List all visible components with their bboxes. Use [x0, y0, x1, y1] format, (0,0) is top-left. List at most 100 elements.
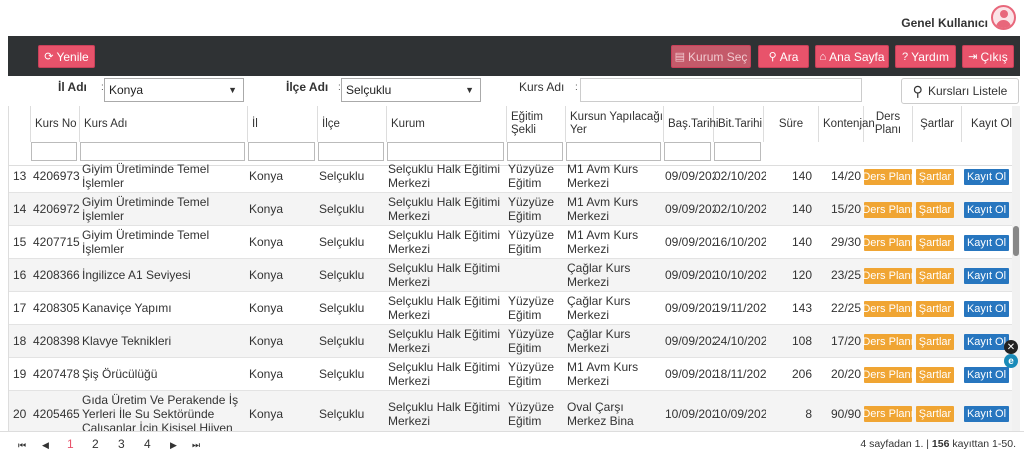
- cell-kurum: Selçuklu Halk Eğitimi Merkezi: [388, 327, 501, 355]
- page-info-suffix: kayıttan 1-50.: [949, 438, 1016, 450]
- refresh-label: Yenile: [56, 49, 89, 64]
- filter-bit-tarihi-input[interactable]: [714, 142, 761, 161]
- kayit-ol-button[interactable]: Kayıt Ol: [964, 202, 1009, 218]
- help-button[interactable]: ? Yardım: [895, 45, 956, 68]
- cell-yer: M1 Avm Kurs Merkezi: [567, 195, 639, 223]
- il-label: İl Adı: [58, 80, 87, 94]
- header-kontenjan[interactable]: Kontenjan: [819, 106, 875, 142]
- kayit-ol-button[interactable]: Kayıt Ol: [964, 301, 1009, 317]
- logout-button[interactable]: ⇥ Çıkış: [962, 45, 1014, 68]
- page-2-button[interactable]: 2: [92, 437, 99, 451]
- ders-plani-button[interactable]: Ders Planı: [862, 235, 914, 251]
- logout-icon: ⇥: [968, 51, 978, 63]
- header-ders-plani: Ders Planı: [864, 106, 913, 142]
- sartlar-button[interactable]: Şartlar: [916, 367, 954, 383]
- vertical-scrollbar[interactable]: [1012, 106, 1020, 431]
- cell-kont: 23/25: [830, 268, 861, 282]
- last-page-button[interactable]: ⏭: [192, 440, 200, 451]
- header-bas-tarihi[interactable]: Baş.Tarihi: [664, 106, 719, 142]
- kayit-ol-button[interactable]: Kayıt Ol: [964, 406, 1009, 422]
- prev-page-button[interactable]: ◀: [42, 440, 49, 451]
- header-kurs-adi[interactable]: Kurs Adı: [80, 106, 248, 142]
- filter-il-input[interactable]: [248, 142, 315, 161]
- cell-kurum: Selçuklu Halk Eğitimi Merkezi: [388, 228, 501, 256]
- search-button[interactable]: ⚲ Ara: [758, 45, 809, 68]
- cell-sekil: Yüzyüze Eğitim: [508, 162, 555, 190]
- ders-plani-button[interactable]: Ders Planı: [862, 301, 914, 317]
- sartlar-button[interactable]: Şartlar: [916, 169, 954, 185]
- ders-plani-button[interactable]: Ders Planı: [862, 268, 914, 284]
- close-icon[interactable]: ✕: [1004, 340, 1018, 354]
- ders-plani-button[interactable]: Ders Planı: [862, 406, 914, 422]
- filter-bas-tarihi-input[interactable]: [664, 142, 711, 161]
- filter-ilce-input[interactable]: [318, 142, 384, 161]
- cell-idx: 14: [13, 202, 27, 216]
- sartlar-button[interactable]: Şartlar: [916, 406, 954, 422]
- first-page-button[interactable]: ⏮: [18, 440, 26, 451]
- table-row: 17 4208305 Kanaviçe Yapımı Konya Selçuklu Sel…: [9, 292, 1020, 325]
- header-egitim-sekli[interactable]: Eğitim Şekli: [507, 106, 566, 142]
- filter-kurum-input[interactable]: [387, 142, 504, 161]
- cell-ad: Klavye Teknikleri: [82, 334, 172, 348]
- header-yer[interactable]: Kursun Yapılacağı Yer: [566, 106, 664, 142]
- header-il[interactable]: İl: [248, 106, 318, 142]
- cell-idx: 16: [13, 268, 27, 282]
- ders-plani-button[interactable]: Ders Planı: [862, 334, 914, 350]
- header-kurs-no[interactable]: Kurs No: [31, 106, 80, 142]
- cell-sekil: [508, 259, 565, 291]
- cell-il: Konya: [249, 367, 284, 381]
- ders-plani-button[interactable]: Ders Planı: [862, 202, 914, 218]
- kurum-sec-button[interactable]: ▤ Kurum Seç: [671, 45, 751, 68]
- filter-kurs-no-input[interactable]: [31, 142, 77, 161]
- kayit-ol-button[interactable]: Kayıt Ol: [964, 268, 1009, 284]
- cell-kont: 14/20: [830, 169, 861, 183]
- list-courses-button[interactable]: ⚲ Kursları Listele: [901, 78, 1019, 104]
- kayit-ol-button[interactable]: Kayıt Ol: [964, 235, 1009, 251]
- cell-no: 4207715: [33, 235, 80, 249]
- next-page-button[interactable]: ▶: [170, 440, 177, 451]
- cell-idx: 20: [13, 406, 27, 421]
- header-bit-tarihi[interactable]: Bit.Tarihi: [714, 106, 764, 142]
- refresh-button[interactable]: ⟳ Yenile: [38, 45, 95, 68]
- ilce-select[interactable]: Selçuklu ▼: [341, 78, 481, 102]
- header-sartlar: Şartlar: [913, 106, 962, 142]
- chevron-down-icon: ▼: [465, 85, 474, 95]
- scrollbar-thumb[interactable]: [1013, 226, 1019, 256]
- kayit-ol-button[interactable]: Kayıt Ol: [964, 367, 1009, 383]
- sartlar-button[interactable]: Şartlar: [916, 235, 954, 251]
- cell-kont: 90/90: [830, 406, 861, 421]
- kayit-ol-button[interactable]: Kayıt Ol: [964, 169, 1009, 185]
- cell-il: Konya: [249, 235, 284, 249]
- sartlar-button[interactable]: Şartlar: [916, 202, 954, 218]
- cell-yer: Çağlar Kurs Merkezi: [567, 327, 631, 355]
- il-select[interactable]: Konya ▼: [104, 78, 244, 102]
- pagination: ⏮ ◀ 1 2 3 4 ▶ ⏭ 4 sayfadan 1. | 156 kayı…: [0, 431, 1024, 457]
- header-kurum[interactable]: Kurum: [387, 106, 507, 142]
- header-sure[interactable]: Süre: [764, 106, 819, 142]
- extension-icon[interactable]: e: [1004, 354, 1018, 368]
- cell-il: Konya: [249, 169, 284, 183]
- sartlar-button[interactable]: Şartlar: [916, 301, 954, 317]
- kurs-adi-input[interactable]: [580, 78, 862, 102]
- ders-plani-button[interactable]: Ders Planı: [862, 367, 914, 383]
- filter-egitim-sekli-input[interactable]: [507, 142, 563, 161]
- cell-no: 4208398: [33, 334, 80, 348]
- user-avatar-icon[interactable]: [991, 5, 1016, 30]
- cell-kurum: Selçuklu Halk Eğitimi Merkezi: [388, 294, 501, 322]
- page-1-button[interactable]: 1: [67, 437, 74, 451]
- header-ilce[interactable]: İlçe: [318, 106, 387, 142]
- filter-yer-input[interactable]: [566, 142, 661, 161]
- cell-bit: 16/10/202: [714, 235, 766, 249]
- page-3-button[interactable]: 3: [118, 437, 125, 451]
- page-4-button[interactable]: 4: [144, 437, 151, 451]
- kayit-ol-button[interactable]: Kayıt Ol: [964, 334, 1009, 350]
- ilce-label: İlçe Adı: [286, 80, 329, 94]
- top-bar: Genel Kullanıcı: [0, 0, 1024, 36]
- table-header: Kurs No Kurs Adı İl İlçe Kurum Eğitim Şe…: [9, 106, 1020, 166]
- filter-kurs-adi-input[interactable]: [80, 142, 245, 161]
- sartlar-button[interactable]: Şartlar: [916, 334, 954, 350]
- ders-plani-button[interactable]: Ders Planı: [862, 169, 914, 185]
- page-info-prefix: 4 sayfadan 1. |: [860, 438, 932, 450]
- home-button[interactable]: ⌂ Ana Sayfa: [815, 45, 889, 68]
- sartlar-button[interactable]: Şartlar: [916, 268, 954, 284]
